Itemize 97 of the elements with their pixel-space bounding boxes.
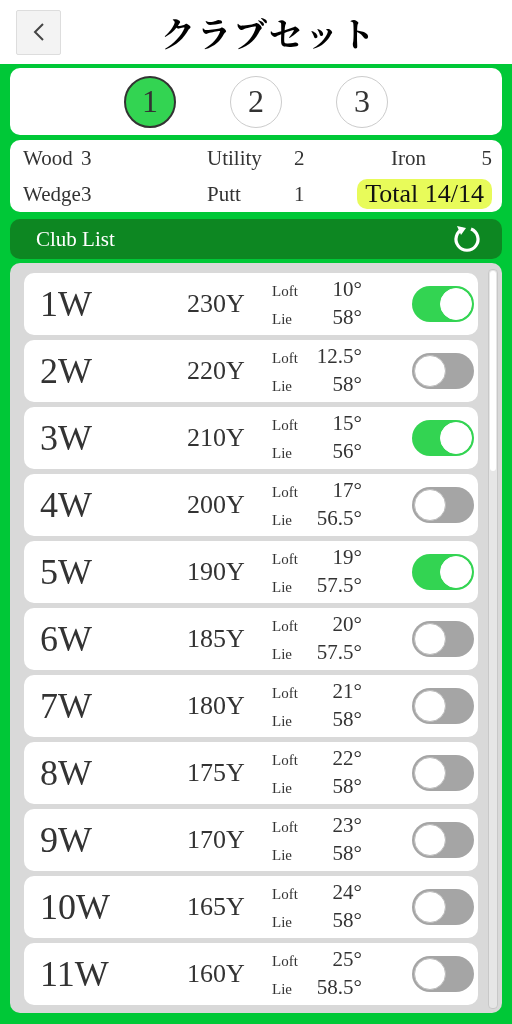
spec-value: 58.5° <box>316 974 362 1000</box>
spec-value: 58° <box>332 907 362 933</box>
reset-icon[interactable] <box>452 224 482 254</box>
set-tab[interactable]: 1 <box>124 75 176 128</box>
stat-label: Utility <box>207 145 263 171</box>
club-distance: 180Y <box>187 691 245 721</box>
stat-label: Wedge <box>23 181 81 207</box>
club-name: 3W <box>40 417 92 459</box>
spec-label: Loft <box>272 751 298 770</box>
club-name: 10W <box>40 886 110 928</box>
spec-label: Lie <box>272 310 293 329</box>
stat-label: Iron <box>391 145 427 171</box>
club-distance: 210Y <box>187 423 245 453</box>
spec-label: Lie <box>272 511 293 530</box>
spec-label: Lie <box>272 779 293 798</box>
spec-label: Loft <box>272 282 298 301</box>
list-title: Club List <box>36 226 115 252</box>
club-distance: 160Y <box>187 959 245 989</box>
spec-label: Lie <box>272 980 293 999</box>
spec-value: 12.5° <box>316 343 362 369</box>
screen-title: クラブセット <box>161 7 377 57</box>
club-name: 6W <box>40 618 92 660</box>
toggle-switch[interactable] <box>412 688 474 724</box>
spec-value: 25° <box>332 946 362 972</box>
spec-label: Loft <box>272 483 298 502</box>
spec-label: Loft <box>272 684 298 703</box>
stat-count: 2 <box>294 145 305 171</box>
spec-label: Lie <box>272 444 293 463</box>
spec-value: 58° <box>332 371 362 397</box>
toggle-switch[interactable] <box>412 353 474 389</box>
toggle-switch[interactable] <box>412 487 474 523</box>
club-distance: 200Y <box>187 490 245 520</box>
toggle-switch[interactable] <box>412 420 474 456</box>
spec-label: Lie <box>272 377 293 396</box>
spec-value: 58° <box>332 706 362 732</box>
toggle-switch[interactable] <box>412 889 474 925</box>
toggle-switch[interactable] <box>412 554 474 590</box>
stat-label: Wood <box>23 145 74 171</box>
club-name: 2W <box>40 350 92 392</box>
spec-label: Lie <box>272 913 293 932</box>
spec-value: 15° <box>332 410 362 436</box>
spec-label: Loft <box>272 416 298 435</box>
spec-label: Loft <box>272 617 298 636</box>
toggle-switch[interactable] <box>412 755 474 791</box>
spec-value: 56.5° <box>316 505 362 531</box>
spec-value: 23° <box>332 812 362 838</box>
spec-label: Loft <box>272 952 298 971</box>
spec-label: Loft <box>272 885 298 904</box>
toggle-switch[interactable] <box>412 286 474 322</box>
stat-label: Putt <box>207 181 242 207</box>
club-distance: 165Y <box>187 892 245 922</box>
stat-count: 1 <box>294 181 305 207</box>
club-name: 5W <box>40 551 92 593</box>
spec-label: Loft <box>272 349 298 368</box>
stat-count: 5 <box>481 145 492 171</box>
set-tab[interactable]: 2 <box>230 75 282 128</box>
spec-label: Loft <box>272 550 298 569</box>
spec-value: 58° <box>332 840 362 866</box>
club-distance: 190Y <box>187 557 245 587</box>
spec-value: 56° <box>332 438 362 464</box>
spec-value: 22° <box>332 745 362 771</box>
club-distance: 230Y <box>187 289 245 319</box>
club-distance: 185Y <box>187 624 245 654</box>
back-icon <box>32 22 45 42</box>
spec-value: 21° <box>332 678 362 704</box>
toggle-switch[interactable] <box>412 822 474 858</box>
toggle-switch[interactable] <box>412 621 474 657</box>
club-name: 11W <box>40 953 109 995</box>
spec-value: 20° <box>332 611 362 637</box>
spec-value: 19° <box>332 544 362 570</box>
club-name: 1W <box>40 283 92 325</box>
spec-label: Lie <box>272 846 293 865</box>
spec-label: Loft <box>272 818 298 837</box>
spec-value: 17° <box>332 477 362 503</box>
back-button[interactable] <box>16 9 61 55</box>
spec-value: 58° <box>332 304 362 330</box>
spec-label: Lie <box>272 578 293 597</box>
club-name: 9W <box>40 819 92 861</box>
spec-label: Lie <box>272 645 293 664</box>
total-count: Total 14/14 <box>357 179 492 209</box>
spec-label: Lie <box>272 712 293 731</box>
stat-count: 3 <box>81 181 92 207</box>
club-distance: 170Y <box>187 825 245 855</box>
spec-value: 10° <box>332 276 362 302</box>
club-name: 7W <box>40 685 92 727</box>
club-name: 4W <box>40 484 92 526</box>
spec-value: 24° <box>332 879 362 905</box>
club-name: 8W <box>40 752 92 794</box>
club-distance: 175Y <box>187 758 245 788</box>
spec-value: 57.5° <box>316 639 362 665</box>
set-tab[interactable]: 3 <box>336 75 388 128</box>
scrollbar[interactable] <box>488 269 498 1009</box>
club-distance: 220Y <box>187 356 245 386</box>
spec-value: 57.5° <box>316 572 362 598</box>
spec-value: 58° <box>332 773 362 799</box>
toggle-switch[interactable] <box>412 956 474 992</box>
stat-count: 3 <box>81 145 92 171</box>
